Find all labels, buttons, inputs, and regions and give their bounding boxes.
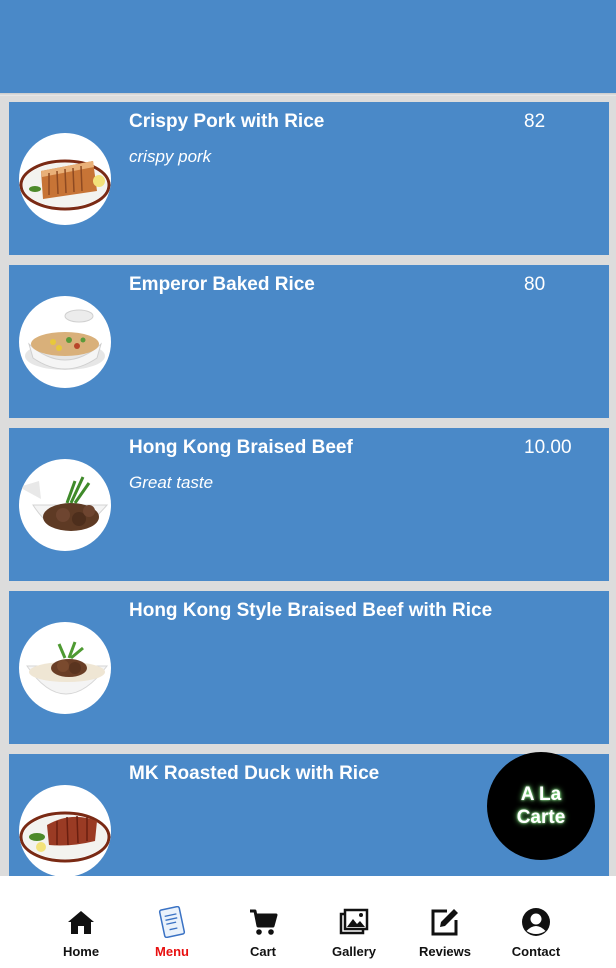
- baked-rice-image: [19, 296, 111, 388]
- a-la-carte-button[interactable]: A La Carte: [487, 752, 595, 860]
- nav-cart[interactable]: Cart: [223, 906, 303, 959]
- nav-label: Contact: [511, 944, 561, 959]
- home-icon: [68, 911, 94, 934]
- item-price: 10.00: [524, 437, 572, 458]
- nav-reviews[interactable]: Reviews: [405, 906, 485, 959]
- nav-label: Home: [62, 944, 100, 959]
- item-name: Crispy Pork with Rice: [129, 111, 325, 132]
- nav-contact[interactable]: Contact: [496, 906, 576, 959]
- menu-item[interactable]: Emperor Baked Rice 80: [9, 265, 609, 418]
- item-name: Hong Kong Braised Beef: [129, 437, 353, 458]
- beef-rice-image: [19, 622, 111, 714]
- gallery-icon: [339, 908, 369, 935]
- nav-label: Cart: [249, 944, 276, 959]
- nav-label: Menu: [155, 944, 189, 959]
- item-description: Great taste: [129, 473, 214, 492]
- nav-gallery[interactable]: Gallery: [314, 906, 394, 959]
- nav-home[interactable]: Home: [41, 906, 121, 959]
- item-name: Hong Kong Style Braised Beef with Rice: [129, 600, 493, 621]
- item-name: MK Roasted Duck with Rice: [129, 763, 380, 784]
- nav-label: Reviews: [418, 944, 472, 959]
- crispy-pork-image: [19, 133, 111, 225]
- cart-icon: [250, 909, 278, 935]
- item-description: crispy pork: [129, 147, 212, 166]
- menu-item[interactable]: Crispy Pork with Rice crispy pork 82: [9, 102, 609, 255]
- bottom-nav: Home Menu Cart Gallery Reviews Contact: [0, 876, 616, 968]
- a-la-carte-line1: A La: [520, 784, 562, 805]
- braised-beef-image: [19, 459, 111, 551]
- nav-menu[interactable]: Menu: [132, 906, 212, 959]
- app-header: [0, 0, 616, 93]
- a-la-carte-line2: Carte: [516, 807, 566, 828]
- nav-label: Gallery: [331, 944, 377, 959]
- menu-item[interactable]: Hong Kong Style Braised Beef with Rice: [9, 591, 609, 744]
- roasted-duck-image: [19, 785, 111, 876]
- menu-book-icon: [158, 906, 186, 938]
- menu-item[interactable]: Hong Kong Braised Beef Great taste 10.00: [9, 428, 609, 581]
- item-name: Emperor Baked Rice: [129, 274, 315, 295]
- item-price: 80: [524, 274, 546, 295]
- item-price: 82: [524, 111, 546, 132]
- edit-icon: [431, 909, 458, 936]
- user-icon: [522, 908, 550, 936]
